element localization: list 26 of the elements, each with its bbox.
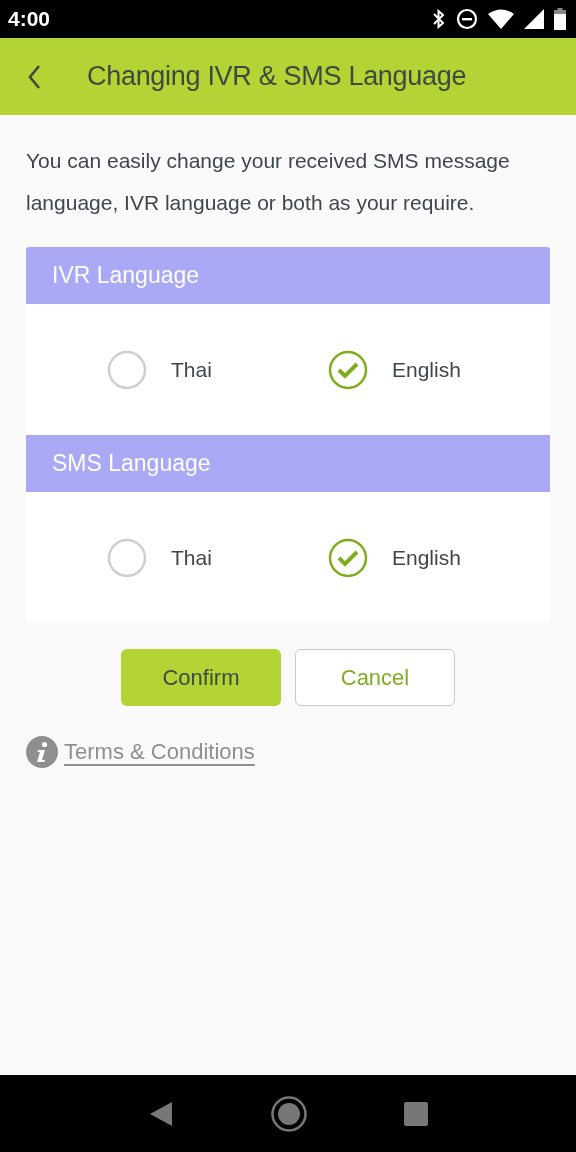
confirm-button[interactable]: Confirm [121, 649, 281, 706]
do-not-disturb-icon [456, 8, 478, 30]
radio-button[interactable] [107, 537, 147, 578]
cancel-button[interactable]: Cancel [295, 649, 455, 706]
info-icon [26, 736, 58, 768]
option-label: Thai [171, 545, 212, 570]
checked-radio-icon[interactable] [328, 349, 368, 390]
screen-title: Changing IVR & SMS Language [87, 61, 467, 92]
back-nav-icon[interactable] [148, 1100, 174, 1127]
back-icon[interactable] [27, 63, 41, 90]
home-icon[interactable] [270, 1094, 308, 1133]
status-time: 4:00 [8, 7, 51, 31]
option-label: English [392, 357, 461, 382]
battery-icon [554, 8, 566, 30]
radio-button[interactable] [107, 349, 147, 390]
checked-radio-icon[interactable] [328, 537, 368, 578]
option-label: English [392, 545, 461, 570]
recents-icon[interactable] [404, 1101, 428, 1126]
wifi-icon [488, 9, 514, 29]
option-label: Thai [171, 357, 212, 382]
intro-text: You can easily change your received SMS message language, IVR language or both as your require. [26, 148, 511, 216]
section-header: IVR Language [26, 247, 550, 304]
terms-link[interactable]: Terms & Conditions [64, 739, 255, 765]
section-header: SMS Language [26, 435, 550, 492]
signal-icon [524, 9, 544, 29]
bluetooth-icon [432, 9, 446, 29]
